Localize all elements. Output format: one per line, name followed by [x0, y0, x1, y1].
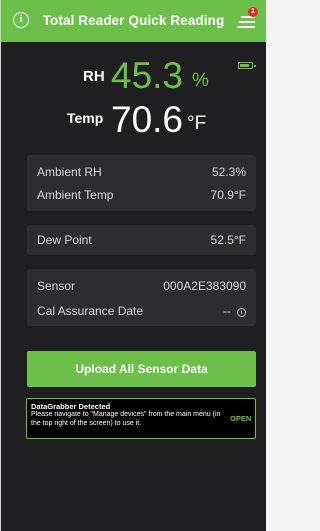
temp-label: Temp — [67, 110, 104, 126]
banner-message: Please navigate to "Manage devices" from… — [31, 411, 221, 427]
ambient-card: Ambient RH 52.3% Ambient Temp 70.9°F — [27, 155, 256, 211]
sensor-card: Sensor 000A2E383090 Cal Assurance Date -… — [27, 269, 256, 326]
datagrabber-banner: DataGrabber Detected Please navigate to … — [26, 398, 256, 439]
upload-all-button[interactable]: Upload All Sensor Data — [27, 351, 256, 387]
sensor-id: 000A2E383090 — [163, 279, 246, 293]
banner-title: DataGrabber Detected — [31, 402, 111, 411]
ambient-temp-row: Ambient Temp 70.9°F — [37, 188, 246, 206]
notification-badge: 1 — [248, 7, 258, 17]
temp-value: 70.6 — [111, 99, 184, 140]
cal-date-value-wrap: -- i — [223, 304, 246, 318]
rh-unit: % — [192, 70, 209, 91]
quick-reading-screen: i Total Reader Quick Reading 1 RH 45.3 %… — [0, 0, 266, 531]
cal-info-icon[interactable]: i — [237, 308, 246, 317]
page-title: Total Reader Quick Reading — [42, 13, 225, 28]
cal-date-value: -- — [223, 304, 231, 318]
cal-date-label: Cal Assurance Date — [37, 304, 144, 318]
banner-open-button[interactable]: OPEN — [230, 414, 251, 423]
dew-point-row: Dew Point 52.5°F — [37, 233, 246, 251]
rh-label: RH — [83, 68, 105, 85]
temp-unit: °F — [187, 113, 207, 134]
sensor-row: Sensor 000A2E383090 — [37, 279, 246, 297]
sensor-label: Sensor — [37, 279, 76, 293]
battery-icon — [238, 62, 256, 69]
dew-point-label: Dew Point — [37, 233, 92, 247]
cal-date-row: Cal Assurance Date -- i — [37, 304, 246, 322]
ambient-rh-label: Ambient RH — [37, 165, 102, 179]
header-bar: i Total Reader Quick Reading 1 — [1, 0, 266, 42]
ambient-rh-row: Ambient RH 52.3% — [37, 165, 246, 183]
dew-point-card: Dew Point 52.5°F — [27, 225, 256, 255]
ambient-temp-value: 70.9°F — [210, 188, 246, 202]
dew-point-value: 52.5°F — [210, 233, 246, 247]
ambient-temp-label: Ambient Temp — [37, 188, 114, 202]
ambient-rh-value: 52.3% — [211, 165, 246, 179]
battery-fill — [240, 64, 249, 67]
rh-value: 45.3 — [111, 55, 184, 96]
